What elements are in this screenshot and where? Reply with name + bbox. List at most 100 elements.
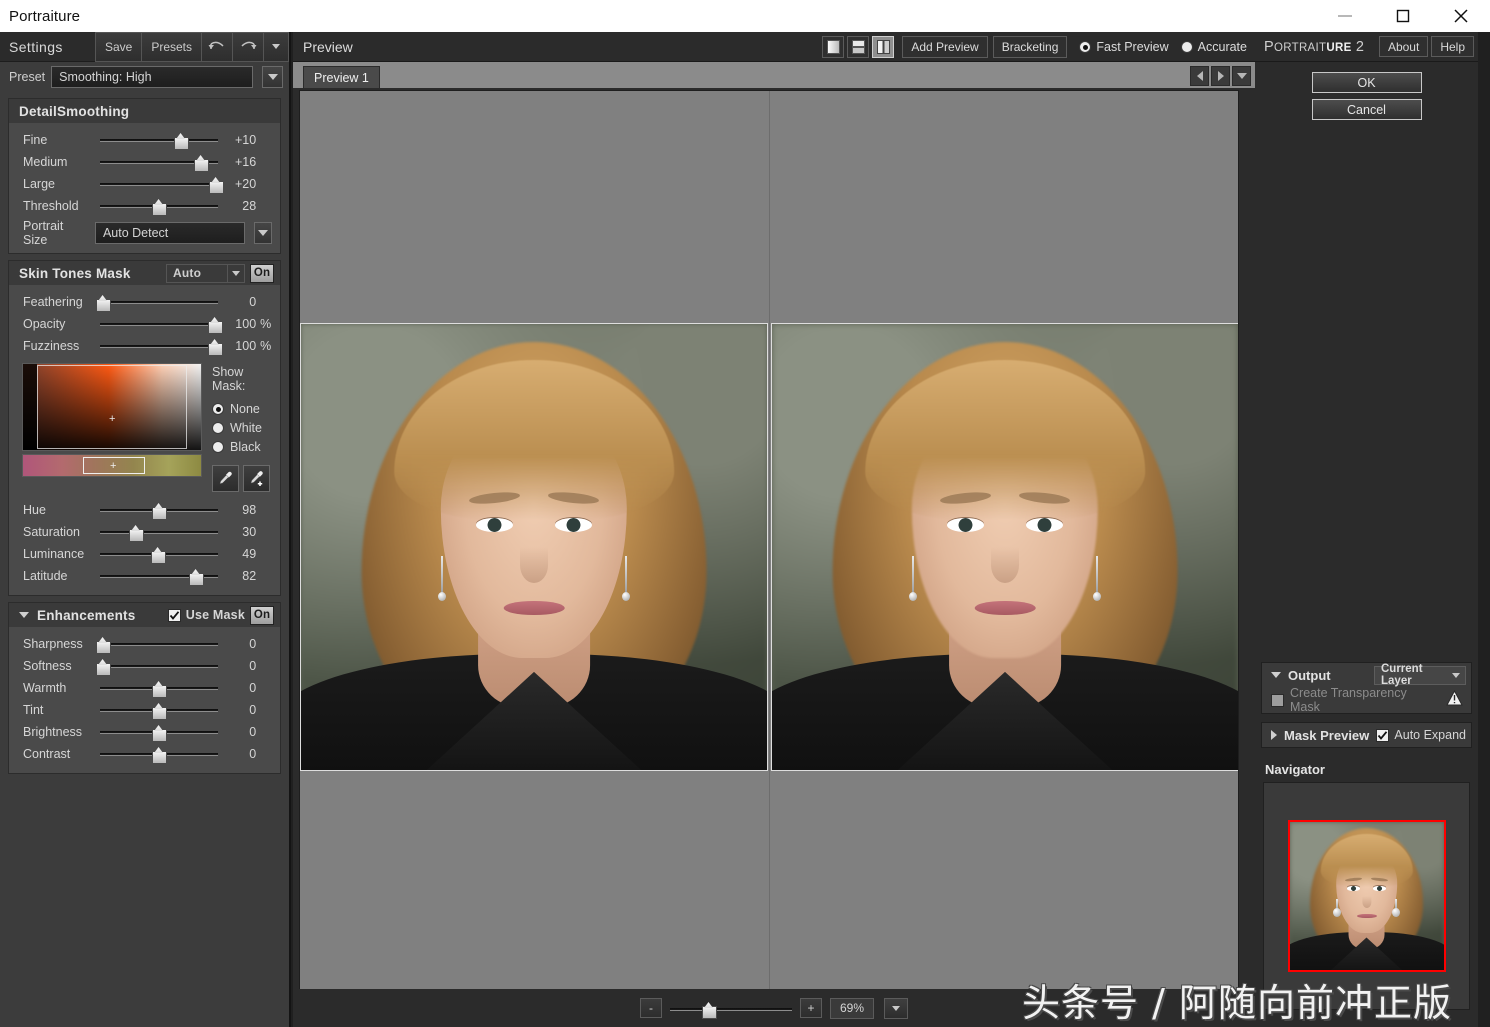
preview-pane-original[interactable]: [300, 91, 769, 1013]
hue-strip[interactable]: +: [22, 454, 202, 477]
preview-tabbar: Preview 1: [293, 62, 1255, 88]
large-slider[interactable]: [100, 173, 217, 195]
triangle-right-icon[interactable]: [1271, 730, 1277, 740]
eyedropper-icon[interactable]: [212, 465, 239, 492]
presets-button[interactable]: Presets: [141, 32, 202, 62]
sharpness-slider[interactable]: [100, 633, 217, 655]
ok-button[interactable]: OK: [1312, 72, 1422, 93]
render-mode-fast-preview[interactable]: Fast Preview: [1079, 40, 1168, 54]
about-button[interactable]: About: [1379, 36, 1428, 57]
luminance-slider[interactable]: [100, 543, 217, 565]
settings-more-menu-icon[interactable]: [263, 32, 289, 62]
slider-thumb[interactable]: [96, 295, 109, 310]
radio-icon[interactable]: [212, 403, 224, 415]
slider-thumb[interactable]: [151, 547, 164, 562]
redo-icon[interactable]: [232, 32, 264, 62]
skin-tones-mode-dropdown-icon[interactable]: [228, 264, 245, 283]
zoom-out-button[interactable]: -: [640, 998, 662, 1018]
enhancements-on-toggle[interactable]: On: [250, 606, 274, 625]
softness-slider[interactable]: [100, 655, 217, 677]
skin-tones-on-toggle[interactable]: On: [250, 264, 274, 283]
preset-dropdown-icon[interactable]: [262, 66, 283, 88]
latitude-slider[interactable]: [100, 565, 217, 587]
slider-thumb[interactable]: [152, 747, 165, 762]
portrait-size-select[interactable]: Auto Detect: [95, 222, 245, 244]
show-mask-option-black[interactable]: Black: [212, 437, 272, 456]
brightness-slider[interactable]: [100, 721, 217, 743]
fuzziness-slider[interactable]: [100, 335, 217, 357]
split-vertical-icon[interactable]: [872, 36, 894, 58]
saturation-value-picker[interactable]: +: [22, 363, 202, 451]
close-button[interactable]: [1432, 0, 1490, 32]
hue-slider[interactable]: [100, 499, 217, 521]
create-transparency-mask-checkbox[interactable]: [1271, 694, 1284, 707]
contrast-slider[interactable]: [100, 743, 217, 765]
radio-icon[interactable]: [1079, 41, 1091, 53]
slider-thumb[interactable]: [702, 1002, 715, 1017]
output-layer-select[interactable]: Current Layer: [1374, 666, 1466, 685]
radio-icon[interactable]: [212, 422, 224, 434]
saturation-slider[interactable]: [100, 521, 217, 543]
slider-thumb[interactable]: [194, 155, 207, 170]
original-image[interactable]: [300, 323, 768, 771]
opacity-slider[interactable]: [100, 313, 217, 335]
show-mask-option-none[interactable]: None: [212, 399, 272, 418]
slider-thumb[interactable]: [152, 199, 165, 214]
render-mode-accurate[interactable]: Accurate: [1181, 40, 1247, 54]
slider-thumb[interactable]: [208, 339, 221, 354]
feathering-slider[interactable]: [100, 291, 217, 313]
skin-tones-mode-select[interactable]: Auto: [166, 264, 228, 283]
add-preview-button[interactable]: Add Preview: [902, 36, 987, 58]
slider-thumb[interactable]: [96, 659, 109, 674]
slider-thumb[interactable]: [152, 681, 165, 696]
radio-icon[interactable]: [1181, 41, 1193, 53]
slider-thumb[interactable]: [96, 637, 109, 652]
bracketing-button[interactable]: Bracketing: [993, 36, 1068, 58]
eyedropper-add-icon[interactable]: [243, 465, 270, 492]
processed-image[interactable]: [771, 323, 1238, 771]
single-view-icon[interactable]: [822, 36, 844, 58]
show-mask-option-white[interactable]: White: [212, 418, 272, 437]
split-horizontal-icon[interactable]: [847, 36, 869, 58]
slider-thumb[interactable]: [152, 725, 165, 740]
navigator-thumbnail[interactable]: [1288, 820, 1446, 972]
zoom-in-button[interactable]: +: [800, 998, 822, 1018]
preview-canvas[interactable]: [299, 90, 1239, 1014]
triangle-down-icon[interactable]: [1271, 672, 1281, 678]
slider-thumb[interactable]: [189, 569, 202, 584]
output-layer-value: Current Layer: [1381, 663, 1452, 687]
portrait-size-dropdown-icon[interactable]: [254, 222, 272, 244]
preset-select[interactable]: Smoothing: High: [51, 66, 253, 88]
slider-thumb[interactable]: [208, 317, 221, 332]
zoom-menu-icon[interactable]: [884, 998, 908, 1019]
radio-icon[interactable]: [212, 441, 224, 453]
slider-label: Brightness: [23, 725, 100, 739]
tab-nav-menu-button[interactable]: [1232, 66, 1251, 86]
help-button[interactable]: Help: [1431, 36, 1474, 57]
warmth-slider[interactable]: [100, 677, 217, 699]
threshold-slider[interactable]: [100, 195, 217, 217]
auto-expand-checkbox[interactable]: [1376, 729, 1389, 742]
undo-icon[interactable]: [201, 32, 233, 62]
triangle-down-icon[interactable]: [19, 612, 29, 618]
maximize-button[interactable]: [1374, 0, 1432, 32]
zoom-level-value[interactable]: 69%: [830, 998, 874, 1019]
tab-nav-prev-button[interactable]: [1190, 66, 1209, 86]
minimize-button[interactable]: [1316, 0, 1374, 32]
slider-thumb[interactable]: [129, 525, 142, 540]
tint-slider[interactable]: [100, 699, 217, 721]
slider-thumb[interactable]: [152, 503, 165, 518]
tab-preview-1[interactable]: Preview 1: [303, 66, 380, 88]
tab-nav-next-button[interactable]: [1211, 66, 1230, 86]
preview-pane-processed[interactable]: [769, 91, 1238, 1013]
fine-slider[interactable]: [100, 129, 217, 151]
slider-thumb[interactable]: [174, 133, 187, 148]
cancel-button[interactable]: Cancel: [1312, 99, 1422, 120]
brand-part-3: URE: [1326, 42, 1351, 54]
slider-thumb[interactable]: [209, 177, 222, 192]
save-button[interactable]: Save: [95, 32, 142, 62]
medium-slider[interactable]: [100, 151, 217, 173]
zoom-slider[interactable]: [670, 998, 792, 1018]
use-mask-checkbox[interactable]: [168, 609, 181, 622]
slider-thumb[interactable]: [152, 703, 165, 718]
